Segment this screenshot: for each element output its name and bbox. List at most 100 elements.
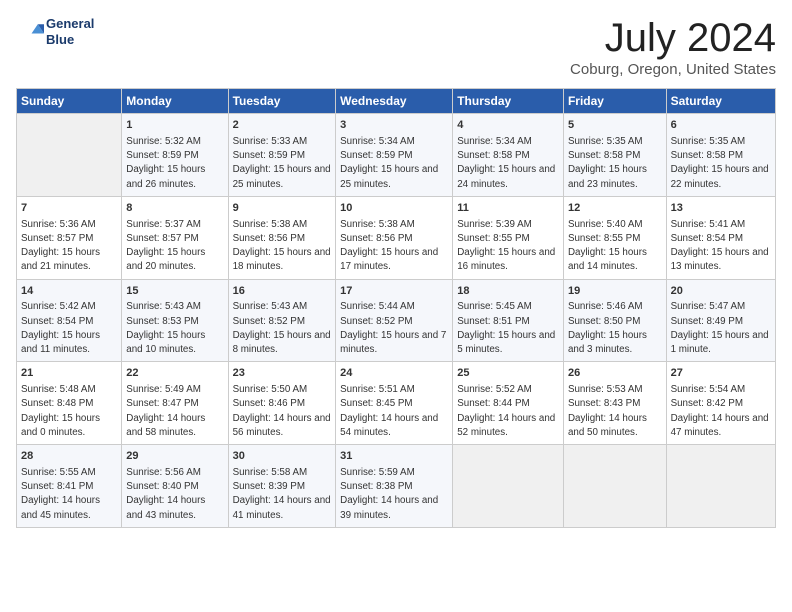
logo-line2: Blue: [46, 32, 94, 48]
calendar-cell: 12Sunrise: 5:40 AMSunset: 8:55 PMDayligh…: [563, 196, 666, 279]
week-row-2: 7Sunrise: 5:36 AMSunset: 8:57 PMDaylight…: [17, 196, 776, 279]
day-number: 5: [568, 118, 662, 134]
calendar-cell: 30Sunrise: 5:58 AMSunset: 8:39 PMDayligh…: [228, 445, 336, 528]
day-info: Sunrise: 5:39 AMSunset: 8:55 PMDaylight:…: [457, 218, 559, 275]
calendar-cell: 26Sunrise: 5:53 AMSunset: 8:43 PMDayligh…: [563, 362, 666, 445]
weekday-header-friday: Friday: [563, 89, 666, 114]
day-number: 25: [457, 366, 559, 382]
day-info: Sunrise: 5:50 AMSunset: 8:46 PMDaylight:…: [233, 383, 332, 440]
week-row-5: 28Sunrise: 5:55 AMSunset: 8:41 PMDayligh…: [17, 445, 776, 528]
day-info: Sunrise: 5:55 AMSunset: 8:41 PMDaylight:…: [21, 466, 117, 523]
day-number: 22: [126, 366, 223, 382]
day-info: Sunrise: 5:36 AMSunset: 8:57 PMDaylight:…: [21, 218, 117, 275]
calendar-cell: 3Sunrise: 5:34 AMSunset: 8:59 PMDaylight…: [336, 114, 453, 197]
calendar-cell: 17Sunrise: 5:44 AMSunset: 8:52 PMDayligh…: [336, 279, 453, 362]
logo: General Blue: [16, 16, 94, 47]
calendar-table: SundayMondayTuesdayWednesdayThursdayFrid…: [16, 88, 776, 528]
day-number: 12: [568, 201, 662, 217]
day-number: 10: [340, 201, 448, 217]
weekday-header-tuesday: Tuesday: [228, 89, 336, 114]
weekday-header-wednesday: Wednesday: [336, 89, 453, 114]
day-number: 14: [21, 284, 117, 300]
calendar-cell: 9Sunrise: 5:38 AMSunset: 8:56 PMDaylight…: [228, 196, 336, 279]
calendar-cell: 14Sunrise: 5:42 AMSunset: 8:54 PMDayligh…: [17, 279, 122, 362]
day-info: Sunrise: 5:47 AMSunset: 8:49 PMDaylight:…: [671, 300, 771, 357]
logo-line1: General: [46, 16, 94, 32]
day-number: 1: [126, 118, 223, 134]
day-info: Sunrise: 5:37 AMSunset: 8:57 PMDaylight:…: [126, 218, 223, 275]
day-info: Sunrise: 5:33 AMSunset: 8:59 PMDaylight:…: [233, 135, 332, 192]
week-row-1: 1Sunrise: 5:32 AMSunset: 8:59 PMDaylight…: [17, 114, 776, 197]
calendar-cell: 5Sunrise: 5:35 AMSunset: 8:58 PMDaylight…: [563, 114, 666, 197]
calendar-cell: 23Sunrise: 5:50 AMSunset: 8:46 PMDayligh…: [228, 362, 336, 445]
title-section: July 2024 Coburg, Oregon, United States: [570, 16, 776, 78]
weekday-header-thursday: Thursday: [453, 89, 564, 114]
week-row-3: 14Sunrise: 5:42 AMSunset: 8:54 PMDayligh…: [17, 279, 776, 362]
calendar-cell: 11Sunrise: 5:39 AMSunset: 8:55 PMDayligh…: [453, 196, 564, 279]
weekday-header-monday: Monday: [122, 89, 228, 114]
calendar-cell: 13Sunrise: 5:41 AMSunset: 8:54 PMDayligh…: [666, 196, 775, 279]
day-number: 29: [126, 449, 223, 465]
calendar-cell: 25Sunrise: 5:52 AMSunset: 8:44 PMDayligh…: [453, 362, 564, 445]
day-info: Sunrise: 5:32 AMSunset: 8:59 PMDaylight:…: [126, 135, 223, 192]
calendar-cell: 8Sunrise: 5:37 AMSunset: 8:57 PMDaylight…: [122, 196, 228, 279]
day-info: Sunrise: 5:42 AMSunset: 8:54 PMDaylight:…: [21, 300, 117, 357]
location: Coburg, Oregon, United States: [570, 61, 776, 78]
calendar-cell: 24Sunrise: 5:51 AMSunset: 8:45 PMDayligh…: [336, 362, 453, 445]
day-number: 6: [671, 118, 771, 134]
logo-text: General Blue: [46, 16, 94, 47]
calendar-cell: 31Sunrise: 5:59 AMSunset: 8:38 PMDayligh…: [336, 445, 453, 528]
day-number: 9: [233, 201, 332, 217]
calendar-cell: 27Sunrise: 5:54 AMSunset: 8:42 PMDayligh…: [666, 362, 775, 445]
calendar-body: 1Sunrise: 5:32 AMSunset: 8:59 PMDaylight…: [17, 114, 776, 528]
calendar-cell: 15Sunrise: 5:43 AMSunset: 8:53 PMDayligh…: [122, 279, 228, 362]
day-info: Sunrise: 5:59 AMSunset: 8:38 PMDaylight:…: [340, 466, 448, 523]
weekday-header-row: SundayMondayTuesdayWednesdayThursdayFrid…: [17, 89, 776, 114]
calendar-cell: 18Sunrise: 5:45 AMSunset: 8:51 PMDayligh…: [453, 279, 564, 362]
day-number: 23: [233, 366, 332, 382]
calendar-cell: 21Sunrise: 5:48 AMSunset: 8:48 PMDayligh…: [17, 362, 122, 445]
day-info: Sunrise: 5:49 AMSunset: 8:47 PMDaylight:…: [126, 383, 223, 440]
page-header: General Blue July 2024 Coburg, Oregon, U…: [16, 16, 776, 78]
day-number: 2: [233, 118, 332, 134]
day-info: Sunrise: 5:51 AMSunset: 8:45 PMDaylight:…: [340, 383, 448, 440]
day-number: 16: [233, 284, 332, 300]
day-number: 24: [340, 366, 448, 382]
calendar-cell: [666, 445, 775, 528]
day-number: 17: [340, 284, 448, 300]
day-number: 21: [21, 366, 117, 382]
day-info: Sunrise: 5:35 AMSunset: 8:58 PMDaylight:…: [568, 135, 662, 192]
day-number: 3: [340, 118, 448, 134]
day-info: Sunrise: 5:43 AMSunset: 8:53 PMDaylight:…: [126, 300, 223, 357]
day-number: 20: [671, 284, 771, 300]
day-number: 31: [340, 449, 448, 465]
calendar-cell: 22Sunrise: 5:49 AMSunset: 8:47 PMDayligh…: [122, 362, 228, 445]
day-info: Sunrise: 5:54 AMSunset: 8:42 PMDaylight:…: [671, 383, 771, 440]
day-info: Sunrise: 5:38 AMSunset: 8:56 PMDaylight:…: [233, 218, 332, 275]
day-number: 8: [126, 201, 223, 217]
calendar-cell: [17, 114, 122, 197]
calendar-cell: 6Sunrise: 5:35 AMSunset: 8:58 PMDaylight…: [666, 114, 775, 197]
calendar-cell: 29Sunrise: 5:56 AMSunset: 8:40 PMDayligh…: [122, 445, 228, 528]
calendar-cell: 19Sunrise: 5:46 AMSunset: 8:50 PMDayligh…: [563, 279, 666, 362]
weekday-header-sunday: Sunday: [17, 89, 122, 114]
day-info: Sunrise: 5:34 AMSunset: 8:59 PMDaylight:…: [340, 135, 448, 192]
day-info: Sunrise: 5:35 AMSunset: 8:58 PMDaylight:…: [671, 135, 771, 192]
day-info: Sunrise: 5:40 AMSunset: 8:55 PMDaylight:…: [568, 218, 662, 275]
day-number: 27: [671, 366, 771, 382]
calendar-cell: 1Sunrise: 5:32 AMSunset: 8:59 PMDaylight…: [122, 114, 228, 197]
day-info: Sunrise: 5:45 AMSunset: 8:51 PMDaylight:…: [457, 300, 559, 357]
day-number: 18: [457, 284, 559, 300]
day-info: Sunrise: 5:58 AMSunset: 8:39 PMDaylight:…: [233, 466, 332, 523]
calendar-cell: 16Sunrise: 5:43 AMSunset: 8:52 PMDayligh…: [228, 279, 336, 362]
calendar-cell: 4Sunrise: 5:34 AMSunset: 8:58 PMDaylight…: [453, 114, 564, 197]
day-info: Sunrise: 5:38 AMSunset: 8:56 PMDaylight:…: [340, 218, 448, 275]
calendar-cell: 7Sunrise: 5:36 AMSunset: 8:57 PMDaylight…: [17, 196, 122, 279]
day-number: 30: [233, 449, 332, 465]
calendar-cell: 2Sunrise: 5:33 AMSunset: 8:59 PMDaylight…: [228, 114, 336, 197]
day-info: Sunrise: 5:53 AMSunset: 8:43 PMDaylight:…: [568, 383, 662, 440]
calendar-cell: [563, 445, 666, 528]
month-title: July 2024: [570, 16, 776, 61]
day-number: 19: [568, 284, 662, 300]
day-number: 7: [21, 201, 117, 217]
